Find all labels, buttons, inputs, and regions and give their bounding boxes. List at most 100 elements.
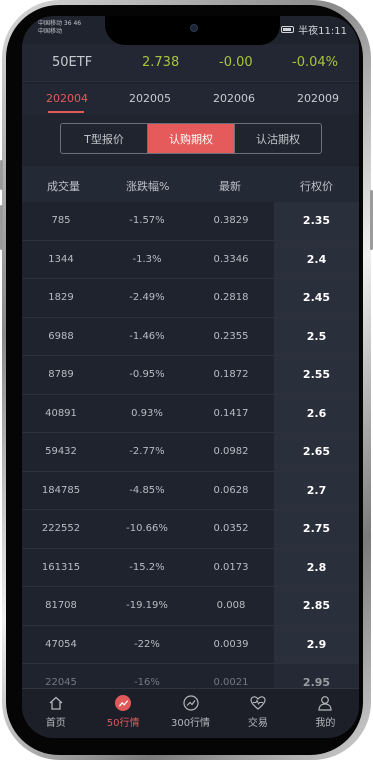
table-row[interactable]: 47054 -22% 0.0039 2.9 <box>22 625 359 664</box>
cell-strike: 2.5 <box>306 329 327 343</box>
header-volume[interactable]: 成交量 <box>47 178 80 194</box>
cell-last: 0.0352 <box>213 523 249 534</box>
strike-cell: 2.8 <box>274 548 359 586</box>
strike-cell: 2.65 <box>274 433 359 471</box>
cell-change-pct: -22% <box>134 638 160 650</box>
strike-cell: 2.75 <box>274 510 359 548</box>
cell-last: 0.0039 <box>213 638 249 650</box>
strike-cell: 2.7 <box>274 471 359 509</box>
status-right: ◉ 半夜11:11 <box>269 22 347 38</box>
tab-300-market-label: 300行情 <box>170 718 211 729</box>
strike-cell: 2.55 <box>274 356 359 394</box>
cell-change-pct: -16% <box>134 677 160 688</box>
home-icon <box>48 695 64 711</box>
segment-area: T型报价 认购期权 认沽期权 <box>22 114 359 164</box>
cell-last: 0.3346 <box>213 253 249 265</box>
trend-circle-icon <box>182 695 199 711</box>
table-row[interactable]: 161315 -15.2% 0.0173 2.8 <box>22 548 359 587</box>
segment-put-options[interactable]: 认沽期权 <box>235 124 321 153</box>
tab-month-202004[interactable]: 202004 <box>46 92 88 105</box>
tab-50-market[interactable]: 50行情 <box>89 689 156 738</box>
table-row[interactable]: 785 -1.57% 0.3829 2.35 <box>22 202 359 241</box>
tab-50-market-label: 50行情 <box>106 718 140 729</box>
month-tabs: 202004 202005 202006 202009 <box>22 84 359 114</box>
segment-t-quote[interactable]: T型报价 <box>61 124 148 153</box>
cell-strike: 2.65 <box>302 445 331 458</box>
tab-home-label: 首页 <box>45 718 66 729</box>
cell-strike: 2.4 <box>306 252 327 266</box>
cell-change-pct: -4.85% <box>129 484 165 496</box>
cell-strike: 2.6 <box>306 406 327 420</box>
side-button <box>0 160 3 190</box>
header-last[interactable]: 最新 <box>219 178 241 194</box>
tab-300-market[interactable]: 300行情 <box>157 689 224 738</box>
table-row[interactable]: 184785 -4.85% 0.0628 2.7 <box>22 471 359 510</box>
cell-change-pct: -2.49% <box>129 292 165 303</box>
trend-icon <box>115 695 132 711</box>
strike-cell: 2.5 <box>274 317 359 355</box>
tab-month-202005[interactable]: 202005 <box>129 92 171 105</box>
bottom-tab-bar: 首页 50行情 300行情 交易 我的 <box>22 688 359 738</box>
tab-month-202009[interactable]: 202009 <box>297 92 339 105</box>
carrier-info: 中国移动 36 46 中国移动 <box>38 20 81 36</box>
option-type-switch: T型报价 认购期权 认沽期权 <box>60 123 322 154</box>
cell-change-pct: -1.57% <box>129 215 165 226</box>
tab-month-202006[interactable]: 202006 <box>213 92 255 105</box>
table-row[interactable]: 1829 -2.49% 0.2818 2.45 <box>22 279 359 318</box>
carrier-line-2: 中国移动 <box>38 28 63 35</box>
cell-strike: 2.55 <box>302 368 331 381</box>
cell-strike: 2.85 <box>302 599 331 612</box>
table-row[interactable]: 81708 -19.19% 0.008 2.85 <box>22 587 359 626</box>
cell-strike: 2.7 <box>306 483 327 497</box>
quote-name[interactable]: 50ETF <box>52 55 92 70</box>
cell-last: 0.1417 <box>213 407 249 419</box>
tab-home[interactable]: 首页 <box>22 689 89 738</box>
camera-icon <box>190 24 198 32</box>
table-row[interactable]: 6988 -1.46% 0.2355 2.5 <box>22 317 359 356</box>
cell-last: 0.0021 <box>213 677 249 688</box>
tab-trade-label: 交易 <box>247 718 268 729</box>
cell-volume: 59432 <box>45 446 77 457</box>
strike-cell: 2.9 <box>274 625 359 663</box>
tab-mine[interactable]: 我的 <box>292 689 359 738</box>
cell-last: 0.2818 <box>213 292 249 303</box>
strike-cell: 2.4 <box>274 240 359 278</box>
cell-last: 0.008 <box>216 600 246 611</box>
quote-bar: 50ETF 2.738 -0.00 -0.04% <box>22 44 359 82</box>
table-row[interactable]: 40891 0.93% 0.1417 2.6 <box>22 394 359 433</box>
segment-call-options[interactable]: 认购期权 <box>148 124 235 153</box>
heart-pulse-icon <box>250 695 266 711</box>
header-change-pct[interactable]: 涨跌幅% <box>126 178 169 194</box>
cell-volume: 1829 <box>48 292 74 303</box>
cell-strike: 2.75 <box>302 522 331 535</box>
cell-last: 0.2355 <box>213 330 249 342</box>
app-screen: 中国移动 36 46 中国移动 ◉ 半夜11:11 50ETF 2.738 -0… <box>22 16 359 738</box>
header-strike[interactable]: 行权价 <box>300 178 333 194</box>
cell-volume: 6988 <box>48 330 74 342</box>
strike-cell: 2.85 <box>274 587 359 625</box>
quote-change: -0.00 <box>219 55 253 70</box>
carrier-line-1: 中国移动 36 46 <box>38 20 82 27</box>
strike-cell: 2.6 <box>274 394 359 432</box>
cell-last: 0.1872 <box>213 369 249 380</box>
notch <box>105 16 280 45</box>
cell-last: 0.0628 <box>213 484 249 496</box>
cell-last: 0.0173 <box>213 561 249 573</box>
cell-last: 0.0982 <box>213 446 249 457</box>
table-header: 成交量 涨跌幅% 最新 行权价 <box>22 166 359 202</box>
cell-change-pct: -10.66% <box>126 523 168 534</box>
option-table[interactable]: 785 -1.57% 0.3829 2.35 1344 -1.3% 0.3346 2.4 182… <box>22 202 359 696</box>
active-tab-underline <box>48 111 84 113</box>
user-icon <box>317 695 333 711</box>
cell-change-pct: -2.77% <box>129 446 165 457</box>
tab-trade[interactable]: 交易 <box>224 689 291 738</box>
strike-cell: 2.35 <box>274 202 359 240</box>
table-row[interactable]: 222552 -10.66% 0.0352 2.75 <box>22 510 359 549</box>
side-button <box>0 205 3 250</box>
cell-change-pct: 0.93% <box>131 407 163 419</box>
table-row[interactable]: 59432 -2.77% 0.0982 2.65 <box>22 433 359 472</box>
cell-change-pct: -1.3% <box>132 253 162 265</box>
cell-change-pct: -1.46% <box>129 330 165 342</box>
table-row[interactable]: 8789 -0.95% 0.1872 2.55 <box>22 356 359 395</box>
table-row[interactable]: 1344 -1.3% 0.3346 2.4 <box>22 240 359 279</box>
